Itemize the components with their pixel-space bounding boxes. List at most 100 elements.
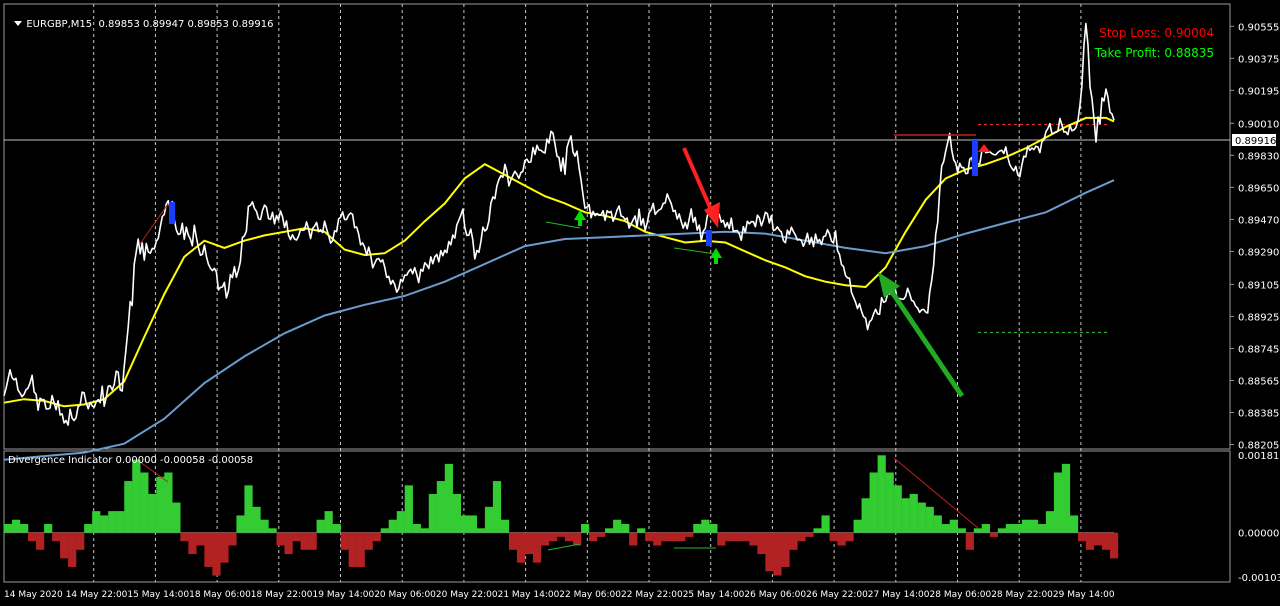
- histogram-bar: [597, 532, 606, 537]
- histogram-bar: [773, 532, 782, 576]
- histogram-bar: [669, 532, 678, 542]
- x-tick-label: 26 May 06:00: [744, 590, 806, 600]
- dropdown-triangle-icon[interactable]: [14, 21, 23, 26]
- x-tick-label: 29 May 14:00: [1053, 590, 1115, 600]
- histogram-bar: [853, 519, 862, 533]
- y-tick-label: 0.89650: [1238, 183, 1279, 194]
- histogram-bar: [132, 459, 141, 533]
- histogram-bar: [813, 528, 822, 533]
- histogram-bar: [260, 519, 269, 533]
- histogram-bar: [621, 524, 630, 533]
- histogram-bar: [925, 506, 934, 533]
- histogram-bar: [164, 472, 173, 533]
- stop-loss-label: Stop Loss: 0.90004: [1099, 26, 1214, 40]
- histogram-bar: [901, 498, 910, 533]
- y-tick-label: 0.88565: [1238, 376, 1279, 387]
- signal-candle: [169, 202, 175, 224]
- histogram-bar: [885, 472, 894, 533]
- signal-candle: [706, 230, 712, 246]
- histogram-bar: [316, 519, 325, 533]
- histogram-bar: [436, 481, 445, 533]
- histogram-bar: [484, 506, 494, 533]
- histogram-bar: [124, 481, 133, 533]
- histogram-bar: [292, 532, 301, 542]
- indicator-y-tick-label: -0.00103: [1238, 573, 1280, 584]
- histogram-bar: [1037, 524, 1047, 533]
- x-tick-label: 22 May 22:00: [621, 590, 683, 600]
- x-tick-label: 28 May 06:00: [930, 590, 992, 600]
- histogram-bar: [84, 524, 93, 533]
- histogram-bar: [492, 481, 502, 533]
- histogram-bar: [1109, 532, 1119, 559]
- histogram-bar: [204, 532, 213, 567]
- histogram-bar: [581, 524, 590, 533]
- histogram-bar: [348, 532, 357, 567]
- histogram-bar: [180, 532, 189, 542]
- histogram-bar: [92, 511, 101, 533]
- y-tick-label: 0.90555: [1238, 22, 1279, 33]
- histogram-bar: [685, 532, 694, 537]
- histogram-bar: [733, 532, 742, 542]
- ohlc-values: 0.89853 0.89947 0.89853 0.89916: [98, 19, 274, 30]
- take-profit-label: Take Profit: 0.88835: [1094, 46, 1214, 60]
- histogram-bar: [765, 532, 774, 572]
- histogram-bar: [645, 532, 654, 542]
- histogram-bar: [805, 532, 814, 537]
- y-tick-label: 0.89830: [1238, 151, 1279, 162]
- y-tick-label: 0.90010: [1238, 119, 1279, 130]
- histogram-bar: [52, 532, 61, 542]
- histogram-bar: [540, 532, 550, 546]
- sell-arrow: [682, 147, 714, 213]
- histogram-bar: [1045, 511, 1055, 533]
- x-tick-label: 14 May 22:00: [66, 590, 128, 600]
- histogram-bar: [829, 532, 838, 542]
- histogram-bar: [629, 532, 638, 546]
- x-tick-label: 19 May 14:00: [313, 590, 375, 600]
- histogram-bar: [380, 528, 389, 533]
- symbol-label: EURGBP,M15: [26, 19, 93, 30]
- histogram-bar: [973, 528, 982, 533]
- histogram-bar: [524, 532, 534, 555]
- histogram-bar: [108, 511, 117, 533]
- histogram-bar: [516, 532, 526, 563]
- histogram-bar: [188, 532, 197, 555]
- histogram-bar: [701, 519, 710, 533]
- histogram-bar: [556, 532, 566, 537]
- x-tick-label: 14 May 2020: [4, 590, 63, 600]
- histogram-bar: [605, 528, 614, 533]
- histogram-bar: [981, 524, 990, 533]
- x-tick-label: 21 May 14:00: [498, 590, 560, 600]
- histogram-bar: [404, 485, 413, 533]
- trading-chart[interactable]: 0.90555 0.90375 0.90195 0.90010 0.89830 0.896…: [0, 0, 1280, 606]
- histogram-bar: [965, 532, 974, 550]
- histogram-bar: [741, 532, 750, 542]
- histogram-bar: [148, 493, 157, 533]
- histogram-bar: [861, 498, 870, 533]
- histogram-bar: [228, 532, 237, 546]
- y-tick-label: 0.88385: [1238, 409, 1279, 420]
- histogram-bar: [340, 532, 349, 550]
- histogram-bar: [757, 532, 766, 555]
- histogram-bar: [308, 532, 317, 550]
- histogram-bar: [1077, 532, 1087, 542]
- histogram-bar: [444, 463, 453, 533]
- histogram-bar: [460, 515, 470, 533]
- histogram-bar: [845, 532, 854, 542]
- indicator-y-tick-label: 0.00181: [1238, 451, 1279, 462]
- histogram-bar: [837, 532, 846, 546]
- histogram-bar: [1029, 519, 1039, 533]
- histogram-bar: [372, 532, 381, 542]
- histogram-bar: [420, 528, 429, 533]
- x-tick-label: 20 May 06:00: [374, 590, 436, 600]
- histogram-bar: [613, 519, 622, 533]
- histogram-bar: [60, 532, 69, 559]
- histogram-bar: [893, 485, 902, 533]
- histogram-bar: [917, 502, 926, 533]
- histogram-bar: [1021, 519, 1031, 533]
- histogram-bar: [1101, 532, 1111, 550]
- histogram-bar: [100, 515, 109, 533]
- histogram-bar: [548, 532, 558, 542]
- histogram-bar: [789, 532, 798, 550]
- divergence-line: [673, 247, 717, 255]
- current-price-label: 0.89916: [1235, 136, 1276, 147]
